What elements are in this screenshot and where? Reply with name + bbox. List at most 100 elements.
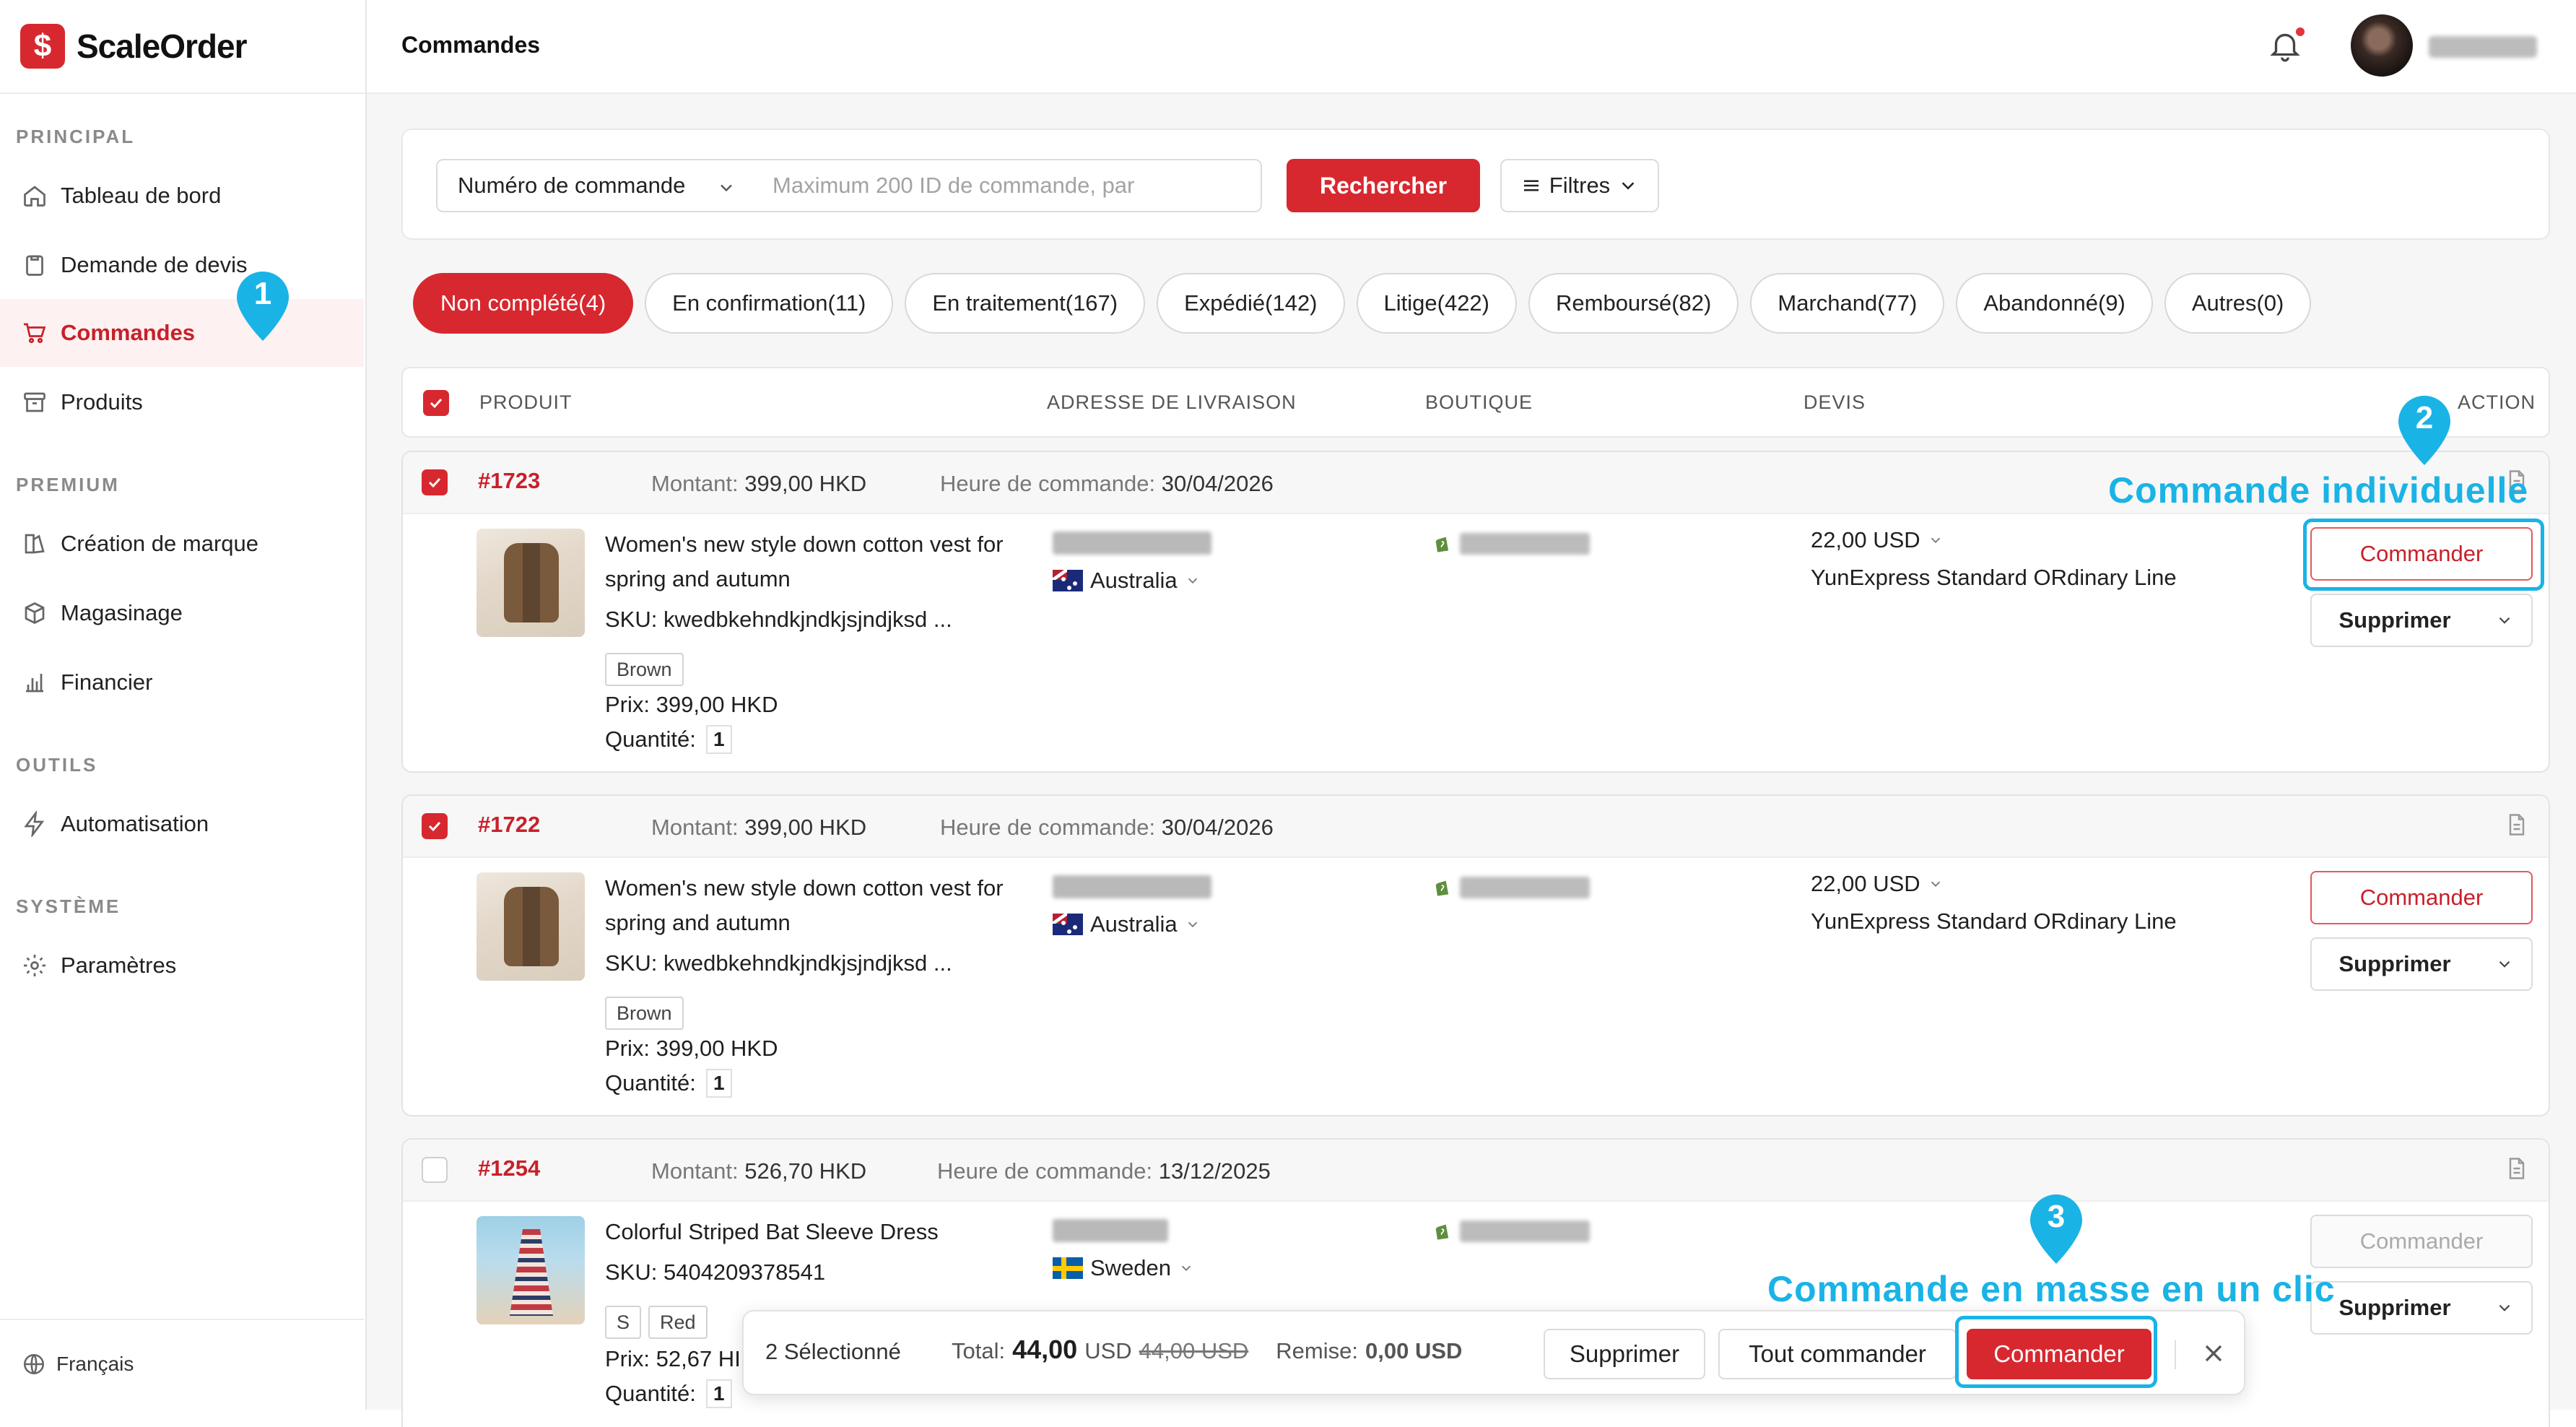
divider bbox=[2175, 1340, 2176, 1369]
shop-name-blurred bbox=[1460, 533, 1590, 555]
tab-dispute[interactable]: Litige(422) bbox=[1356, 273, 1517, 334]
product-sku: SKU: kwedbkehndkjndkjsjndjksd ... bbox=[605, 607, 952, 632]
callout-marker-3: 3 bbox=[2027, 1192, 2085, 1267]
logo[interactable]: $ ScaleOrder bbox=[0, 0, 365, 94]
document-icon[interactable] bbox=[2504, 812, 2530, 838]
product-sku: SKU: kwedbkehndkjndkjsjndjksd ... bbox=[605, 950, 952, 976]
bulk-delete-button[interactable]: Supprimer bbox=[1544, 1329, 1705, 1379]
callout-marker-2: 2 bbox=[2396, 393, 2453, 468]
tab-not-completed[interactable]: Non complété(4) bbox=[413, 273, 634, 334]
language-selector[interactable]: Français bbox=[22, 1352, 134, 1376]
sidebar-item-products[interactable]: Produits bbox=[0, 368, 364, 436]
product-title[interactable]: Women's new style down cotton vest for s… bbox=[605, 527, 1024, 597]
order-id[interactable]: #1254 bbox=[478, 1155, 540, 1181]
sidebar-item-dashboard[interactable]: Tableau de bord bbox=[0, 162, 364, 230]
sidebar-item-brand-creation[interactable]: Création de marque bbox=[0, 510, 364, 578]
search-field-select[interactable]: Numéro de commande bbox=[436, 159, 754, 212]
more-actions-button[interactable] bbox=[2478, 594, 2533, 647]
product-quantity: Quantité: 1 bbox=[605, 1379, 732, 1408]
tab-in-confirmation[interactable]: En confirmation(11) bbox=[645, 273, 894, 334]
order-button[interactable]: Commander bbox=[2310, 527, 2533, 581]
delete-button[interactable]: Supprimer bbox=[2310, 937, 2479, 991]
more-actions-button[interactable] bbox=[2478, 1281, 2533, 1335]
order-id[interactable]: #1723 bbox=[478, 468, 540, 494]
tab-merchant[interactable]: Marchand(77) bbox=[1750, 273, 1945, 334]
table-header: PRODUIT ADRESSE DE LIVRAISON BOUTIQUE DE… bbox=[401, 367, 2550, 438]
order-checkbox[interactable] bbox=[422, 1157, 448, 1183]
tab-abandoned[interactable]: Abandonné(9) bbox=[1956, 273, 2153, 334]
gear-icon bbox=[24, 955, 45, 976]
sidebar-item-settings[interactable]: Paramètres bbox=[0, 932, 364, 999]
amount-label: Montant: bbox=[651, 1158, 739, 1184]
sidebar-item-label: Tableau de bord bbox=[61, 183, 222, 208]
delete-button[interactable]: Supprimer bbox=[2310, 594, 2479, 647]
quantity-label: Quantité: bbox=[605, 1070, 696, 1096]
product-image[interactable] bbox=[477, 1216, 585, 1324]
order-button[interactable]: Commander bbox=[2310, 871, 2533, 924]
search-input[interactable] bbox=[752, 159, 1262, 212]
shop-name-blurred bbox=[1460, 1220, 1590, 1242]
filter-button[interactable]: Filtres bbox=[1500, 159, 1659, 212]
time-value: 30/04/2026 bbox=[1161, 471, 1274, 496]
column-quote: DEVIS bbox=[1803, 391, 1866, 413]
product-image[interactable] bbox=[477, 529, 585, 637]
time-label: Heure de commande: bbox=[940, 815, 1156, 840]
sidebar-item-label: Produits bbox=[61, 389, 143, 415]
country-select[interactable]: Sweden bbox=[1053, 1255, 1194, 1281]
bulk-order-button[interactable]: Commander bbox=[1967, 1329, 2151, 1379]
product-quantity: Quantité: 1 bbox=[605, 1069, 732, 1098]
tab-refunded[interactable]: Remboursé(82) bbox=[1528, 273, 1739, 334]
order-id[interactable]: #1722 bbox=[478, 812, 540, 838]
chevron-down-icon bbox=[721, 184, 732, 192]
search-button[interactable]: Rechercher bbox=[1287, 159, 1480, 212]
more-actions-button[interactable] bbox=[2478, 937, 2533, 991]
quote-price-select[interactable]: 22,00 USD bbox=[1811, 871, 1944, 897]
quote-price-select[interactable]: 22,00 USD bbox=[1811, 527, 1944, 553]
sweden-flag-icon bbox=[1053, 1257, 1083, 1279]
quantity-value: 1 bbox=[705, 1379, 732, 1408]
order-checkbox[interactable] bbox=[422, 469, 448, 495]
order-all-button[interactable]: Tout commander bbox=[1718, 1329, 1957, 1379]
amount-label: Montant: bbox=[651, 815, 739, 840]
logo-mark: $ bbox=[20, 24, 65, 69]
sidebar-item-automation[interactable]: Automatisation bbox=[0, 790, 364, 858]
delete-button[interactable]: Supprimer bbox=[2310, 1281, 2479, 1335]
sidebar-item-orders[interactable]: Commandes bbox=[0, 299, 364, 367]
order-header: #1254 Montant: 526,70 HKD Heure de comma… bbox=[403, 1140, 2549, 1202]
product-title[interactable]: Women's new style down cotton vest for s… bbox=[605, 871, 1024, 940]
tab-others[interactable]: Autres(0) bbox=[2164, 273, 2312, 334]
sidebar-item-financial[interactable]: Financier bbox=[0, 649, 364, 716]
country-name: Australia bbox=[1090, 568, 1178, 593]
close-icon[interactable] bbox=[2199, 1339, 2228, 1368]
avatar[interactable] bbox=[2351, 14, 2413, 77]
tab-shipped[interactable]: Expédié(142) bbox=[1157, 273, 1345, 334]
chevron-down-icon bbox=[1188, 578, 1197, 584]
order-checkbox[interactable] bbox=[422, 813, 448, 839]
chevron-down-icon bbox=[1181, 1265, 1191, 1272]
order-time: Heure de commande: 30/04/2026 bbox=[940, 471, 1274, 497]
document-icon[interactable] bbox=[2504, 1155, 2530, 1181]
variant-tags: Brown bbox=[605, 997, 684, 1030]
sidebar-item-quote-request[interactable]: Demande de devis bbox=[0, 231, 364, 299]
user-name-blurred[interactable] bbox=[2429, 36, 2537, 58]
order-amount: Montant: 399,00 HKD bbox=[651, 471, 866, 497]
product-image[interactable] bbox=[477, 872, 585, 981]
brand-icon bbox=[25, 534, 45, 554]
chevron-down-icon bbox=[1931, 881, 1940, 888]
quantity-label: Quantité: bbox=[605, 1381, 696, 1406]
original-total: 44,00 USD bbox=[1139, 1338, 1249, 1363]
tab-in-processing[interactable]: En traitement(167) bbox=[905, 273, 1146, 334]
app-name: ScaleOrder bbox=[77, 27, 247, 65]
sidebar: $ ScaleOrder PRINCIPAL Tableau de bord D… bbox=[0, 0, 367, 1410]
shopify-icon bbox=[1435, 880, 1449, 896]
sidebar-item-warehousing[interactable]: Magasinage bbox=[0, 579, 364, 647]
country-select[interactable]: Australia bbox=[1053, 568, 1201, 594]
main-content: Numéro de commande Rechercher Filtres No… bbox=[367, 94, 2576, 1427]
bar-chart-icon bbox=[26, 674, 43, 693]
country-select[interactable]: Australia bbox=[1053, 911, 1201, 937]
product-price: Prix: 399,00 HKD bbox=[605, 692, 778, 717]
product-title[interactable]: Colorful Striped Bat Sleeve Dress bbox=[605, 1215, 1067, 1249]
order-button-disabled[interactable]: Commander bbox=[2310, 1215, 2533, 1268]
select-all-checkbox[interactable] bbox=[423, 390, 449, 416]
check-icon bbox=[428, 821, 441, 832]
